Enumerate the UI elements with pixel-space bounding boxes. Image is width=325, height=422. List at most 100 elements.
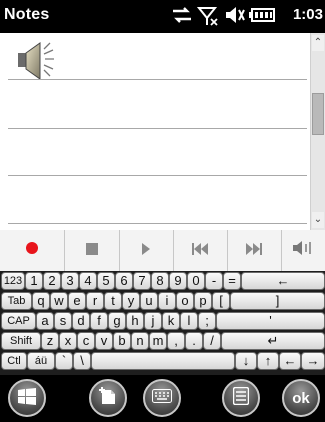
key-0[interactable]: 0 xyxy=(187,272,205,290)
key-r[interactable]: r xyxy=(86,292,104,310)
record-button[interactable] xyxy=(0,230,65,271)
key-f[interactable]: f xyxy=(90,312,108,330)
key-5[interactable]: 5 xyxy=(97,272,115,290)
key-g[interactable]: g xyxy=(108,312,126,330)
key-s[interactable]: s xyxy=(54,312,72,330)
key-a[interactable]: a xyxy=(36,312,54,330)
data-sync-icon[interactable] xyxy=(171,5,193,30)
key-slash[interactable]: / xyxy=(203,332,221,350)
key-c[interactable]: c xyxy=(77,332,95,350)
app-title: Notes xyxy=(4,6,50,23)
scroll-thumb[interactable] xyxy=(312,93,324,135)
play-icon xyxy=(141,242,151,260)
key-equals[interactable]: = xyxy=(223,272,241,290)
signal-off-icon[interactable] xyxy=(196,5,219,32)
key-backslash[interactable]: \ xyxy=(73,352,91,370)
record-icon xyxy=(25,241,39,260)
key-n[interactable]: n xyxy=(131,332,149,350)
volume-button[interactable] xyxy=(281,230,325,271)
key-arrow-down[interactable]: ↓ xyxy=(235,352,257,370)
key-3[interactable]: 3 xyxy=(61,272,79,290)
softkey-bar: ok xyxy=(0,375,325,422)
key-b[interactable]: b xyxy=(113,332,131,350)
volume-off-icon[interactable] xyxy=(224,5,246,30)
ok-button[interactable]: ok xyxy=(282,379,320,417)
key-7[interactable]: 7 xyxy=(133,272,151,290)
windows-start-icon xyxy=(17,387,37,410)
stop-button[interactable] xyxy=(64,230,120,271)
skip-back-icon xyxy=(192,242,208,260)
key-u[interactable]: u xyxy=(140,292,158,310)
key-y[interactable]: y xyxy=(122,292,140,310)
skip-forward-button[interactable] xyxy=(227,230,282,271)
key-right-bracket[interactable]: ] xyxy=(230,292,325,310)
key-arrow-left[interactable]: ← xyxy=(279,352,301,370)
speaker-volume-icon xyxy=(292,241,314,260)
key-4[interactable]: 4 xyxy=(79,272,97,290)
clock: 1:03 xyxy=(292,6,323,23)
key-minus[interactable]: - xyxy=(205,272,223,290)
start-button[interactable] xyxy=(8,379,46,417)
key-arrow-right[interactable]: → xyxy=(301,352,325,370)
key-e[interactable]: e xyxy=(68,292,86,310)
key-left-bracket[interactable]: [ xyxy=(212,292,230,310)
key-v[interactable]: v xyxy=(95,332,113,350)
key-caps[interactable]: CAP xyxy=(1,312,36,330)
key-arrow-up[interactable]: ↑ xyxy=(257,352,279,370)
soft-keyboard: 123 1 2 3 4 5 6 7 8 9 0 - = ← Tab q w e … xyxy=(0,271,325,375)
key-j[interactable]: j xyxy=(144,312,162,330)
key-enter[interactable]: ↵ xyxy=(221,332,325,350)
key-8[interactable]: 8 xyxy=(151,272,169,290)
menu-icon xyxy=(232,386,250,410)
key-9[interactable]: 9 xyxy=(169,272,187,290)
key-t[interactable]: t xyxy=(104,292,122,310)
scroll-up-icon[interactable]: ⌃ xyxy=(312,35,324,51)
skip-forward-icon xyxy=(246,242,262,260)
key-tab[interactable]: Tab xyxy=(1,292,32,310)
ok-label: ok xyxy=(292,389,310,407)
key-semicolon[interactable]: ; xyxy=(198,312,216,330)
key-period[interactable]: . xyxy=(185,332,203,350)
key-1[interactable]: 1 xyxy=(25,272,43,290)
key-comma[interactable]: , xyxy=(167,332,185,350)
key-6[interactable]: 6 xyxy=(115,272,133,290)
scroll-down-icon[interactable]: ⌄ xyxy=(312,212,324,228)
key-o[interactable]: o xyxy=(176,292,194,310)
ruled-line xyxy=(8,175,307,176)
key-i[interactable]: i xyxy=(158,292,176,310)
key-w[interactable]: w xyxy=(50,292,68,310)
menu-button[interactable] xyxy=(222,379,260,417)
key-quote[interactable]: ' xyxy=(216,312,325,330)
key-x[interactable]: x xyxy=(59,332,77,350)
key-q[interactable]: q xyxy=(32,292,50,310)
key-backtick[interactable]: ` xyxy=(55,352,73,370)
key-m[interactable]: m xyxy=(149,332,167,350)
key-shift[interactable]: Shift xyxy=(1,332,41,350)
key-z[interactable]: z xyxy=(41,332,59,350)
key-space[interactable] xyxy=(91,352,235,370)
battery-icon[interactable] xyxy=(249,8,275,27)
ruled-line xyxy=(8,223,307,224)
key-accents[interactable]: áü xyxy=(27,352,55,370)
play-button[interactable] xyxy=(119,230,174,271)
keyboard-toggle-button[interactable] xyxy=(143,379,181,417)
key-p[interactable]: p xyxy=(194,292,212,310)
new-note-button[interactable] xyxy=(89,379,127,417)
key-2[interactable]: 2 xyxy=(43,272,61,290)
key-backspace[interactable]: ← xyxy=(241,272,325,290)
vertical-scrollbar[interactable]: ⌃ ⌄ xyxy=(310,33,325,230)
key-l[interactable]: l xyxy=(180,312,198,330)
key-d[interactable]: d xyxy=(72,312,90,330)
key-k[interactable]: k xyxy=(162,312,180,330)
ruled-line xyxy=(8,128,307,129)
key-h[interactable]: h xyxy=(126,312,144,330)
note-editor[interactable]: ⌃ ⌄ xyxy=(0,33,325,231)
ruled-line xyxy=(8,79,307,80)
key-ctrl[interactable]: Ctl xyxy=(1,352,27,370)
recording-toolbar xyxy=(0,230,325,272)
key-123[interactable]: 123 xyxy=(1,272,25,290)
skip-back-button[interactable] xyxy=(173,230,228,271)
voice-recording-speaker-icon[interactable] xyxy=(14,39,60,88)
status-bar: Notes 1:03 xyxy=(0,0,325,33)
stop-icon xyxy=(85,242,98,260)
